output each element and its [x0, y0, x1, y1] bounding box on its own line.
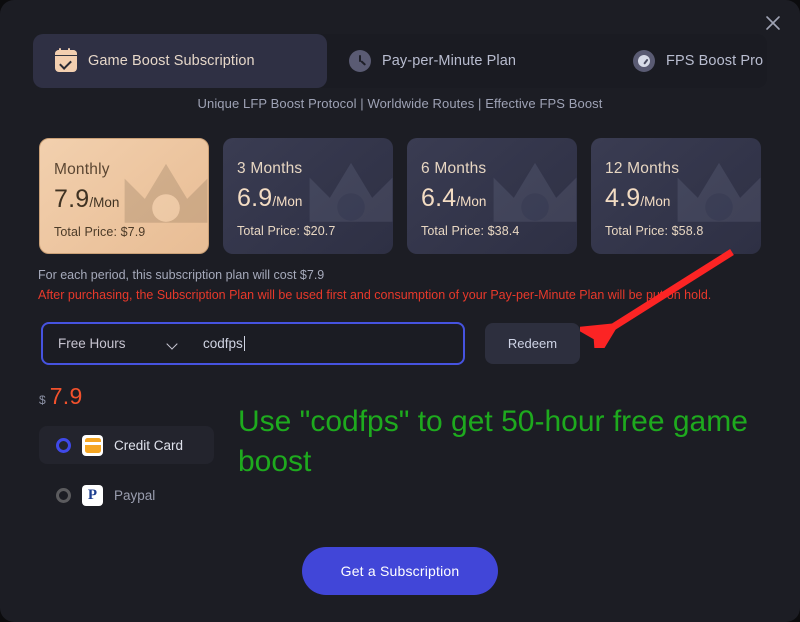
- redeem-field[interactable]: Free Hours codfps: [41, 322, 465, 365]
- plan-price: 6.4/Mon: [421, 186, 486, 211]
- subscription-dialog: Game Boost Subscription Pay-per-Minute P…: [0, 0, 800, 622]
- redeem-code-value: codfps: [203, 336, 243, 351]
- tab-label: FPS Boost Pro: [666, 53, 764, 69]
- plan-price-value: 6.9: [237, 184, 273, 212]
- plan-card-monthly[interactable]: Monthly 7.9/Mon Total Price: $7.9: [39, 138, 210, 254]
- plan-price-value: 7.9: [54, 185, 90, 213]
- currency-symbol: $: [39, 393, 46, 407]
- plan-total: Total Price: $20.7: [237, 224, 336, 238]
- plan-price-unit: /Mon: [89, 195, 120, 210]
- plan-price-unit: /Mon: [640, 194, 671, 209]
- plan-total: Total Price: $58.8: [605, 224, 704, 238]
- subscription-warning-text: After purchasing, the Subscription Plan …: [38, 288, 712, 302]
- redeem-button[interactable]: Redeem: [485, 323, 580, 364]
- annotation-green-text: Use "codfps" to get 50-hour free game bo…: [238, 405, 748, 478]
- period-cost-text: For each period, this subscription plan …: [38, 268, 325, 282]
- plan-total: Total Price: $7.9: [54, 225, 146, 239]
- get-subscription-button[interactable]: Get a Subscription: [302, 547, 498, 595]
- plan-card-3-months[interactable]: 3 Months 6.9/Mon Total Price: $20.7: [223, 138, 394, 254]
- plan-price: 4.9/Mon: [605, 186, 670, 211]
- plan-card-12-months[interactable]: 12 Months 4.9/Mon Total Price: $58.8: [591, 138, 762, 254]
- redeem-type-value: Free Hours: [58, 336, 126, 351]
- plan-title: 12 Months: [605, 160, 680, 177]
- plan-price-value: 6.4: [421, 184, 457, 212]
- chevron-down-icon: [167, 340, 179, 347]
- total-amount: 7.9: [49, 383, 83, 409]
- tab-game-boost-subscription[interactable]: Game Boost Subscription: [33, 34, 327, 88]
- plan-price-unit: /Mon: [272, 194, 303, 209]
- gauge-icon: [633, 50, 655, 72]
- clock-icon: [349, 50, 371, 72]
- radio-credit-card[interactable]: [56, 437, 71, 453]
- payment-label: Credit Card: [114, 437, 184, 453]
- total-price: $ 7.9: [39, 383, 83, 410]
- payment-option-credit-card[interactable]: Credit Card: [39, 426, 214, 464]
- redeem-code-input[interactable]: codfps: [193, 336, 463, 351]
- text-caret: [243, 336, 245, 351]
- plan-title: Monthly: [54, 161, 110, 178]
- redeem-type-select[interactable]: Free Hours: [43, 336, 193, 351]
- tab-label: Pay-per-Minute Plan: [382, 53, 517, 69]
- credit-card-icon: [82, 434, 103, 456]
- plan-total: Total Price: $38.4: [421, 224, 520, 238]
- tab-bar: Game Boost Subscription Pay-per-Minute P…: [33, 34, 767, 88]
- tab-pay-per-minute-plan[interactable]: Pay-per-Minute Plan: [327, 34, 611, 88]
- payment-option-paypal[interactable]: P Paypal: [39, 476, 214, 514]
- tab-label: Game Boost Subscription: [88, 53, 255, 69]
- paypal-icon: P: [82, 484, 103, 506]
- plan-price-unit: /Mon: [456, 194, 487, 209]
- plan-card-6-months[interactable]: 6 Months 6.4/Mon Total Price: $38.4: [407, 138, 578, 254]
- close-icon: [765, 15, 781, 31]
- plan-price: 7.9/Mon: [54, 187, 119, 212]
- plan-card-list: Monthly 7.9/Mon Total Price: $7.9 3 Mont…: [39, 138, 762, 254]
- plan-price: 6.9/Mon: [237, 186, 302, 211]
- payment-label: Paypal: [114, 487, 156, 503]
- plan-title: 6 Months: [421, 160, 487, 177]
- radio-paypal[interactable]: [56, 487, 71, 503]
- plan-title: 3 Months: [237, 160, 303, 177]
- tagline: Unique LFP Boost Protocol | Worldwide Ro…: [197, 96, 603, 111]
- tab-fps-boost-pro[interactable]: FPS Boost Pro: [611, 34, 800, 88]
- plan-price-value: 4.9: [605, 184, 641, 212]
- calendar-check-icon: [55, 48, 77, 72]
